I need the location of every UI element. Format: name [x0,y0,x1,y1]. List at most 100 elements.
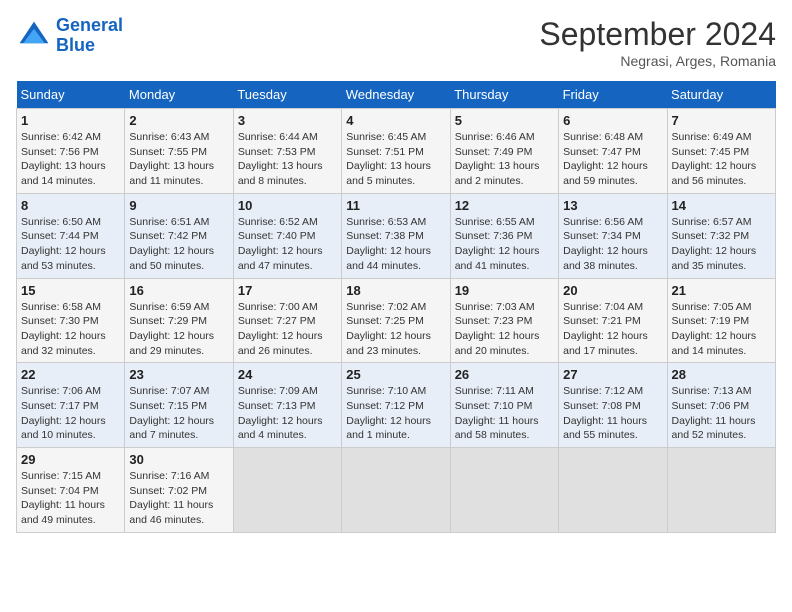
logo-text: General Blue [56,16,123,56]
day-number: 11 [346,198,445,213]
calendar-cell [450,448,558,533]
day-number: 2 [129,113,228,128]
day-info: Sunrise: 6:49 AMSunset: 7:45 PMDaylight:… [672,130,771,189]
calendar-cell: 26 Sunrise: 7:11 AMSunset: 7:10 PMDayligh… [450,363,558,448]
day-number: 29 [21,452,120,467]
calendar-cell [342,448,450,533]
calendar-cell: 6 Sunrise: 6:48 AMSunset: 7:47 PMDaylight… [559,109,667,194]
calendar-cell: 21Sunrise: 7:05 AMSunset: 7:19 PMDayligh… [667,278,775,363]
calendar-week-row: 22Sunrise: 7:06 AMSunset: 7:17 PMDayligh… [17,363,776,448]
calendar-cell: 17Sunrise: 7:00 AMSunset: 7:27 PMDayligh… [233,278,341,363]
calendar-cell: 28 Sunrise: 7:13 AMSunset: 7:06 PMDayligh… [667,363,775,448]
calendar-cell: 30 Sunrise: 7:16 AMSunset: 7:02 PMDayligh… [125,448,233,533]
day-number: 30 [129,452,228,467]
calendar-cell: 5 Sunrise: 6:46 AMSunset: 7:49 PMDaylight… [450,109,558,194]
month-title: September 2024 [539,16,776,53]
calendar-cell: 12 Sunrise: 6:55 AMSunset: 7:36 PMDayligh… [450,193,558,278]
day-number: 15 [21,283,120,298]
day-number: 28 [672,367,771,382]
calendar-cell: 8 Sunrise: 6:50 AMSunset: 7:44 PMDaylight… [17,193,125,278]
day-number: 27 [563,367,662,382]
day-info: Sunrise: 7:11 AMSunset: 7:10 PMDaylight:… [455,384,554,443]
day-info: Sunrise: 7:16 AMSunset: 7:02 PMDaylight:… [129,469,228,528]
calendar-cell: 2 Sunrise: 6:43 AMSunset: 7:55 PMDaylight… [125,109,233,194]
day-info: Sunrise: 7:02 AMSunset: 7:25 PMDaylight:… [346,300,445,359]
day-info: Sunrise: 6:56 AMSunset: 7:34 PMDaylight:… [563,215,662,274]
day-info: Sunrise: 6:51 AMSunset: 7:42 PMDaylight:… [129,215,228,274]
day-info: Sunrise: 6:43 AMSunset: 7:55 PMDaylight:… [129,130,228,189]
calendar-cell: 14 Sunrise: 6:57 AMSunset: 7:32 PMDayligh… [667,193,775,278]
day-number: 12 [455,198,554,213]
day-number: 13 [563,198,662,213]
day-number: 5 [455,113,554,128]
day-number: 14 [672,198,771,213]
col-header-friday: Friday [559,81,667,109]
day-number: 9 [129,198,228,213]
day-info: Sunrise: 6:46 AMSunset: 7:49 PMDaylight:… [455,130,554,189]
calendar-cell: 19 Sunrise: 7:03 AMSunset: 7:23 PMDayligh… [450,278,558,363]
calendar-cell: 7 Sunrise: 6:49 AMSunset: 7:45 PMDaylight… [667,109,775,194]
day-number: 3 [238,113,337,128]
calendar-cell: 20Sunrise: 7:04 AMSunset: 7:21 PMDayligh… [559,278,667,363]
day-info: Sunrise: 6:48 AMSunset: 7:47 PMDaylight:… [563,130,662,189]
calendar-table: SundayMondayTuesdayWednesdayThursdayFrid… [16,81,776,533]
calendar-cell: 11 Sunrise: 6:53 AMSunset: 7:38 PMDayligh… [342,193,450,278]
day-info: Sunrise: 7:07 AMSunset: 7:15 PMDaylight:… [129,384,228,443]
logo: General Blue [16,16,123,56]
day-number: 25 [346,367,445,382]
calendar-cell: 4Sunrise: 6:45 AMSunset: 7:51 PMDaylight… [342,109,450,194]
day-number: 18 [346,283,445,298]
logo-icon [16,18,52,54]
day-info: Sunrise: 7:03 AMSunset: 7:23 PMDaylight:… [455,300,554,359]
day-number: 10 [238,198,337,213]
col-header-monday: Monday [125,81,233,109]
calendar-cell [667,448,775,533]
col-header-thursday: Thursday [450,81,558,109]
day-number: 22 [21,367,120,382]
day-number: 23 [129,367,228,382]
day-info: Sunrise: 6:59 AMSunset: 7:29 PMDaylight:… [129,300,228,359]
calendar-cell: 13 Sunrise: 6:56 AMSunset: 7:34 PMDayligh… [559,193,667,278]
day-info: Sunrise: 7:12 AMSunset: 7:08 PMDaylight:… [563,384,662,443]
day-number: 19 [455,283,554,298]
day-info: Sunrise: 7:09 AMSunset: 7:13 PMDaylight:… [238,384,337,443]
calendar-cell: 24 Sunrise: 7:09 AMSunset: 7:13 PMDayligh… [233,363,341,448]
day-info: Sunrise: 6:42 AMSunset: 7:56 PMDaylight:… [21,130,120,189]
day-number: 16 [129,283,228,298]
day-info: Sunrise: 7:13 AMSunset: 7:06 PMDaylight:… [672,384,771,443]
calendar-cell: 29Sunrise: 7:15 AMSunset: 7:04 PMDayligh… [17,448,125,533]
calendar-cell: 16 Sunrise: 6:59 AMSunset: 7:29 PMDayligh… [125,278,233,363]
day-info: Sunrise: 6:55 AMSunset: 7:36 PMDaylight:… [455,215,554,274]
calendar-cell: 10Sunrise: 6:52 AMSunset: 7:40 PMDayligh… [233,193,341,278]
calendar-cell: 25Sunrise: 7:10 AMSunset: 7:12 PMDayligh… [342,363,450,448]
day-info: Sunrise: 7:00 AMSunset: 7:27 PMDaylight:… [238,300,337,359]
calendar-week-row: 1Sunrise: 6:42 AMSunset: 7:56 PMDaylight… [17,109,776,194]
page-header: General Blue September 2024 Negrasi, Arg… [16,16,776,69]
col-header-sunday: Sunday [17,81,125,109]
day-info: Sunrise: 6:53 AMSunset: 7:38 PMDaylight:… [346,215,445,274]
day-number: 7 [672,113,771,128]
day-info: Sunrise: 6:44 AMSunset: 7:53 PMDaylight:… [238,130,337,189]
day-info: Sunrise: 6:57 AMSunset: 7:32 PMDaylight:… [672,215,771,274]
calendar-header-row: SundayMondayTuesdayWednesdayThursdayFrid… [17,81,776,109]
day-number: 21 [672,283,771,298]
title-block: September 2024 Negrasi, Arges, Romania [539,16,776,69]
day-number: 8 [21,198,120,213]
calendar-cell: 27 Sunrise: 7:12 AMSunset: 7:08 PMDayligh… [559,363,667,448]
col-header-saturday: Saturday [667,81,775,109]
col-header-tuesday: Tuesday [233,81,341,109]
day-number: 6 [563,113,662,128]
calendar-cell: 1Sunrise: 6:42 AMSunset: 7:56 PMDaylight… [17,109,125,194]
col-header-wednesday: Wednesday [342,81,450,109]
calendar-cell [559,448,667,533]
day-number: 20 [563,283,662,298]
calendar-cell: 9 Sunrise: 6:51 AMSunset: 7:42 PMDaylight… [125,193,233,278]
day-number: 24 [238,367,337,382]
calendar-week-row: 29Sunrise: 7:15 AMSunset: 7:04 PMDayligh… [17,448,776,533]
calendar-week-row: 15Sunrise: 6:58 AMSunset: 7:30 PMDayligh… [17,278,776,363]
calendar-cell: 18 Sunrise: 7:02 AMSunset: 7:25 PMDayligh… [342,278,450,363]
calendar-cell: 22Sunrise: 7:06 AMSunset: 7:17 PMDayligh… [17,363,125,448]
calendar-cell [233,448,341,533]
day-info: Sunrise: 6:50 AMSunset: 7:44 PMDaylight:… [21,215,120,274]
day-number: 26 [455,367,554,382]
